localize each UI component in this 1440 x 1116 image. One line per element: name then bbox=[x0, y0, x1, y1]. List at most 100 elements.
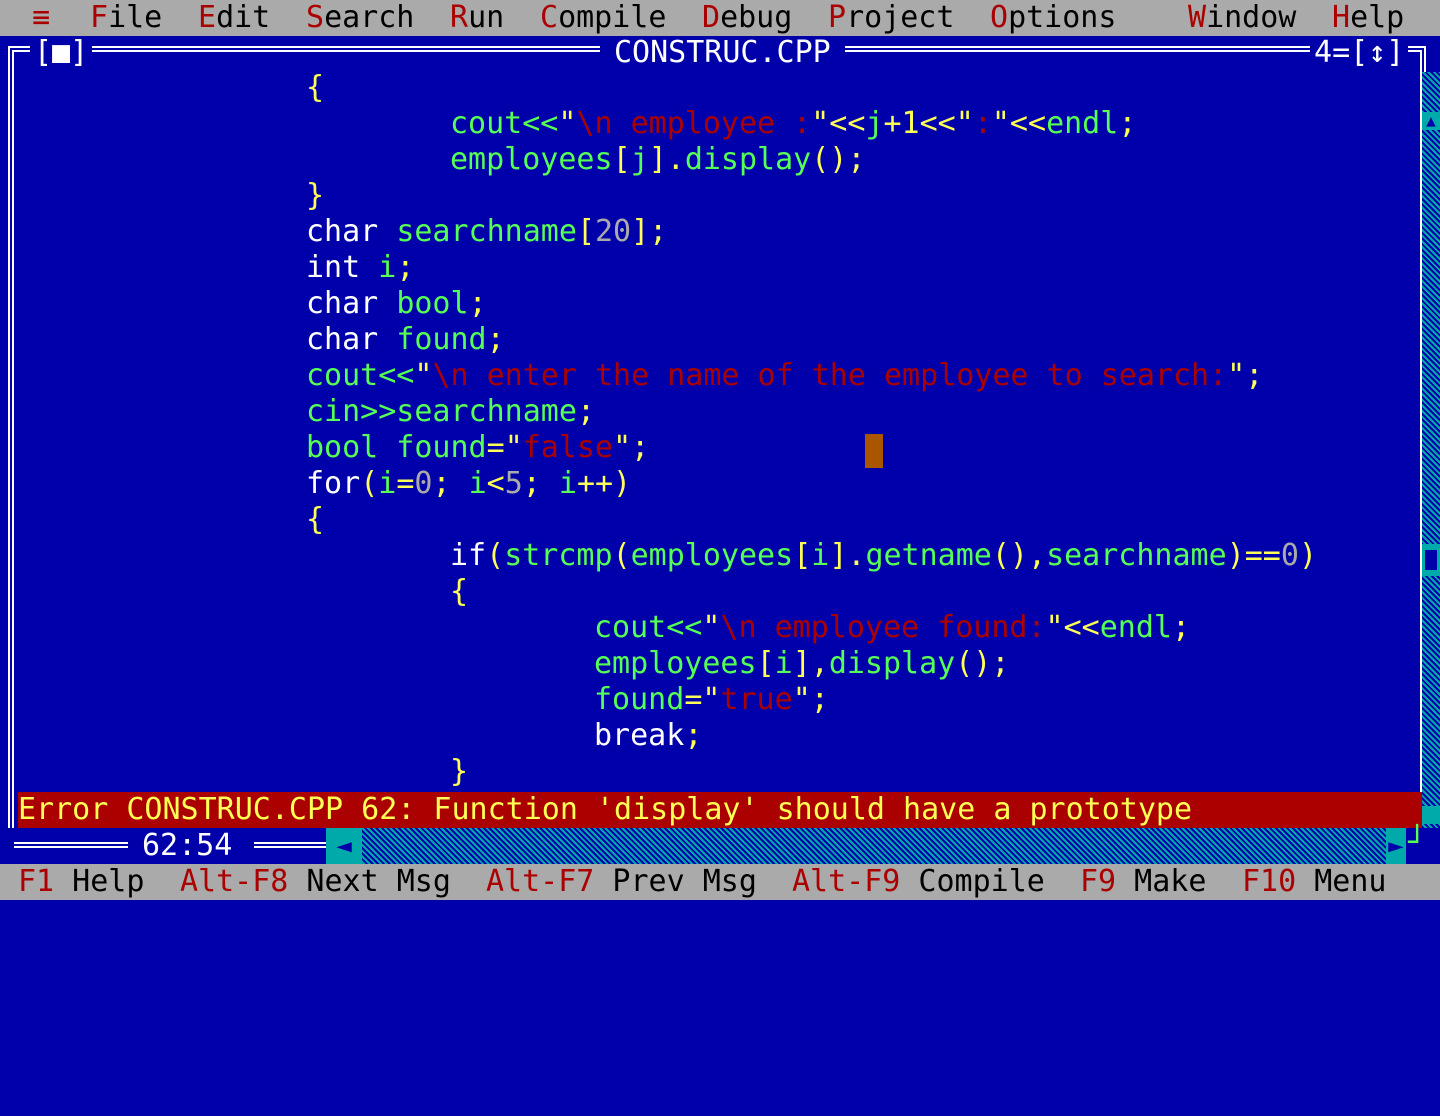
code-line[interactable]: char searchname[20]; bbox=[306, 214, 667, 250]
code-line[interactable]: char bool; bbox=[306, 286, 487, 322]
scroll-right-icon[interactable]: ► bbox=[1386, 828, 1406, 864]
code-line[interactable]: if(strcmp(employees[i].getname(),searchn… bbox=[450, 538, 1317, 574]
scroll-down-icon[interactable] bbox=[1422, 806, 1440, 824]
code-token: i bbox=[378, 466, 397, 501]
code-token: = bbox=[396, 466, 415, 501]
code-token: ; bbox=[396, 250, 415, 285]
function-key-bar: F1 Help Alt-F8 Next Msg Alt-F7 Prev Msg … bbox=[0, 864, 1440, 900]
code-line[interactable]: break; bbox=[594, 718, 702, 754]
code-token: break bbox=[594, 718, 685, 753]
scroll-up-icon[interactable]: ▲ bbox=[1422, 112, 1440, 130]
code-token: for bbox=[306, 466, 361, 501]
code-token: bool found bbox=[306, 430, 487, 465]
menu-hotkey: F bbox=[90, 0, 109, 35]
menu-hotkey: W bbox=[1188, 0, 1207, 35]
code-line[interactable]: char found; bbox=[306, 322, 505, 358]
menu-edit[interactable]: Edit bbox=[198, 0, 270, 36]
code-line[interactable]: cout<<"\n employee :"<<j+1<<":"<<endl; bbox=[450, 106, 1136, 142]
menu-hotkey: O bbox=[990, 0, 1009, 35]
code-token: j bbox=[865, 106, 884, 141]
menu-label: ile bbox=[108, 0, 163, 35]
menu-options[interactable]: Options bbox=[990, 0, 1116, 36]
fkey-label: Next Msg bbox=[288, 864, 451, 899]
fkey-help[interactable]: F1 Help bbox=[18, 864, 144, 900]
code-token: char bbox=[306, 286, 397, 321]
fkey-prev-msg[interactable]: Alt-F7 Prev Msg bbox=[486, 864, 757, 900]
menu-compile[interactable]: Compile bbox=[540, 0, 666, 36]
menu-hotkey: R bbox=[450, 0, 469, 35]
code-line[interactable]: { bbox=[306, 70, 324, 106]
code-token: cout<< bbox=[594, 610, 703, 645]
code-token: " bbox=[558, 106, 577, 141]
code-line[interactable]: found="true"; bbox=[594, 682, 829, 718]
fkey-label: Menu bbox=[1296, 864, 1387, 899]
code-line[interactable]: cin>>searchname; bbox=[306, 394, 595, 430]
code-token: " bbox=[702, 682, 721, 717]
close-box[interactable]: [■] bbox=[30, 38, 93, 68]
horizontal-scrollbar[interactable]: ◄ ► bbox=[326, 828, 1406, 864]
code-line[interactable]: employees[i],display(); bbox=[594, 646, 1009, 682]
code-token: ( bbox=[486, 538, 505, 573]
code-token: employees bbox=[450, 142, 613, 177]
code-token: display bbox=[684, 142, 812, 177]
code-token: 20 bbox=[595, 214, 632, 249]
menu-project[interactable]: Project bbox=[828, 0, 954, 36]
code-token: "; bbox=[1227, 358, 1264, 393]
code-token: endl bbox=[1099, 610, 1172, 645]
code-line[interactable]: { bbox=[450, 574, 468, 610]
code-line[interactable]: } bbox=[450, 754, 468, 790]
fkey-compile[interactable]: Alt-F9 Compile bbox=[792, 864, 1045, 900]
code-token: getname bbox=[865, 538, 992, 573]
menu-hotkey: C bbox=[540, 0, 559, 35]
menu-search[interactable]: Search bbox=[306, 0, 414, 36]
error-message[interactable]: Error CONSTRUC.CPP 62: Function 'display… bbox=[18, 792, 1422, 828]
code-line[interactable]: employees[j].display(); bbox=[450, 142, 865, 178]
menu-file[interactable]: File bbox=[90, 0, 162, 36]
code-token: ]. bbox=[648, 142, 685, 177]
code-token: ], bbox=[792, 646, 829, 681]
code-line[interactable]: cout<<"\n employee found:"<<endl; bbox=[594, 610, 1190, 646]
code-line[interactable]: for(i=0; i<5; i++) bbox=[306, 466, 631, 502]
code-token: if bbox=[450, 538, 487, 573]
code-token: ( bbox=[360, 466, 379, 501]
code-token: "<< bbox=[1045, 610, 1100, 645]
resize-corner-icon[interactable]: ┘ bbox=[1408, 828, 1440, 864]
vertical-scrollbar[interactable]: ▲ bbox=[1422, 72, 1440, 828]
code-token: ; bbox=[1118, 106, 1137, 141]
fkey-menu[interactable]: F10 Menu bbox=[1242, 864, 1387, 900]
code-token: i bbox=[378, 250, 397, 285]
code-editor[interactable]: {cout<<"\n employee :"<<j+1<<":"<<endl; e… bbox=[0, 70, 1420, 790]
menu-run[interactable]: Run bbox=[450, 0, 504, 36]
fkey-label: Make bbox=[1116, 864, 1207, 899]
code-token: " bbox=[414, 358, 433, 393]
zoom-box[interactable]: 4=[↕] bbox=[1310, 35, 1409, 70]
code-token: endl bbox=[1046, 106, 1119, 141]
code-token: = bbox=[486, 430, 505, 465]
fkey-make[interactable]: F9 Make bbox=[1080, 864, 1206, 900]
code-line[interactable]: { bbox=[306, 502, 324, 538]
menu-window[interactable]: Window bbox=[1188, 0, 1296, 36]
zoom-icon: [↕] bbox=[1350, 35, 1405, 70]
code-token: strcmp bbox=[504, 538, 613, 573]
code-token: { bbox=[450, 574, 469, 609]
code-line[interactable]: bool found="false"; bbox=[306, 430, 649, 466]
code-token: bool bbox=[396, 286, 469, 321]
system-menu[interactable]: ≡ bbox=[32, 0, 50, 36]
code-token: } bbox=[306, 178, 325, 213]
code-line[interactable]: int i; bbox=[306, 250, 414, 286]
code-token: (); bbox=[811, 142, 866, 177]
scroll-left-icon[interactable]: ◄ bbox=[326, 828, 362, 864]
frame-line bbox=[14, 842, 128, 848]
code-token: cout<< bbox=[450, 106, 559, 141]
code-token: j bbox=[630, 142, 649, 177]
scroll-thumb[interactable] bbox=[1422, 544, 1440, 576]
menu-debug[interactable]: Debug bbox=[702, 0, 792, 36]
code-token: ]; bbox=[631, 214, 668, 249]
fkey-label: Help bbox=[54, 864, 145, 899]
fkey-next-msg[interactable]: Alt-F8 Next Msg bbox=[180, 864, 451, 900]
menu-help[interactable]: Help bbox=[1332, 0, 1404, 36]
menu-hotkey: H bbox=[1332, 0, 1351, 35]
code-line[interactable]: cout<<"\n enter the name of the employee… bbox=[306, 358, 1263, 394]
code-token: [ bbox=[756, 646, 775, 681]
code-line[interactable]: } bbox=[306, 178, 324, 214]
